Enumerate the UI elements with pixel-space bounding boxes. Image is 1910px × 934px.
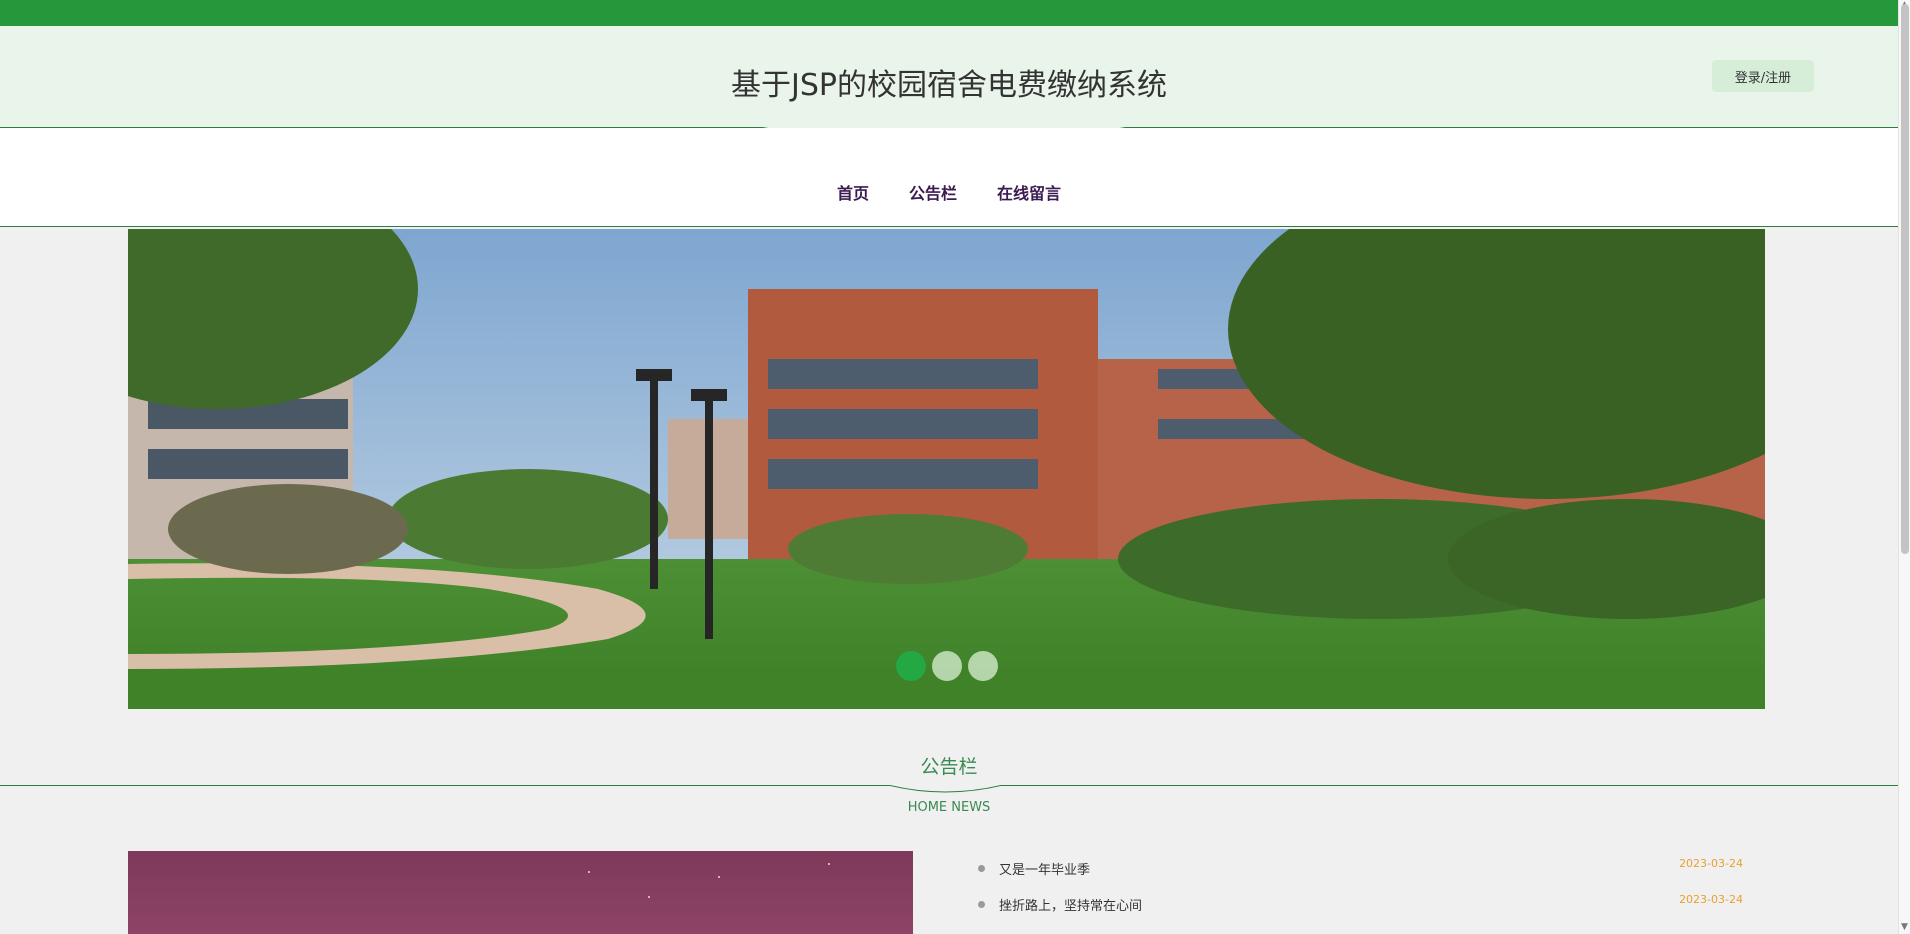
top-brand-bar bbox=[0, 0, 1898, 26]
news-feature-image[interactable] bbox=[128, 851, 913, 934]
carousel-dot-1[interactable] bbox=[895, 651, 926, 681]
login-register-button[interactable]: 登录/注册 bbox=[1712, 60, 1814, 92]
notice-list: 又是一年毕业季 2023-03-24 挫折路上，坚持常在心间 2023-03-2… bbox=[975, 857, 1745, 930]
nav-item-home[interactable]: 首页 bbox=[820, 180, 886, 240]
notice-title[interactable]: 挫折路上，坚持常在心间 bbox=[999, 895, 1142, 914]
notice-title[interactable]: 又是一年毕业季 bbox=[999, 859, 1090, 878]
scroll-down-icon[interactable]: ▼ bbox=[1901, 922, 1908, 932]
star-dot bbox=[588, 871, 590, 873]
star-dot bbox=[648, 896, 650, 898]
notice-date: 2023-03-24 bbox=[1679, 893, 1743, 906]
notice-section-title: 公告栏 bbox=[920, 756, 978, 778]
carousel-indicators bbox=[128, 651, 1765, 681]
nav-item-notice[interactable]: 公告栏 bbox=[909, 180, 957, 204]
star-dot bbox=[718, 876, 720, 878]
bullet-icon bbox=[978, 901, 985, 908]
carousel-dot-3[interactable] bbox=[967, 651, 998, 681]
campus-photo bbox=[128, 229, 1765, 709]
star-dot bbox=[828, 863, 830, 865]
section-curve-decoration bbox=[888, 785, 1003, 793]
bullet-icon bbox=[978, 865, 985, 872]
notice-section-subtitle: HOME NEWS bbox=[907, 800, 991, 815]
scroll-thumb[interactable] bbox=[1901, 4, 1909, 554]
banner-carousel[interactable] bbox=[128, 229, 1765, 709]
main-nav: 首页 公告栏 在线留言 bbox=[0, 128, 1898, 240]
notice-list-item[interactable]: 又是一年毕业季 2023-03-24 bbox=[975, 857, 1745, 894]
carousel-dot-2[interactable] bbox=[931, 651, 962, 681]
notice-date: 2023-03-24 bbox=[1679, 857, 1743, 870]
site-header: 基于JSP的校园宿舍电费缴纳系统 登录/注册 bbox=[0, 26, 1898, 128]
nav-item-message[interactable]: 在线留言 bbox=[997, 180, 1061, 204]
page-scrollbar[interactable]: ▲ ▼ bbox=[1898, 0, 1910, 934]
page-title: 基于JSP的校园宿舍电费缴纳系统 bbox=[731, 68, 1167, 103]
notice-list-item[interactable]: 挫折路上，坚持常在心间 2023-03-24 bbox=[975, 893, 1745, 930]
